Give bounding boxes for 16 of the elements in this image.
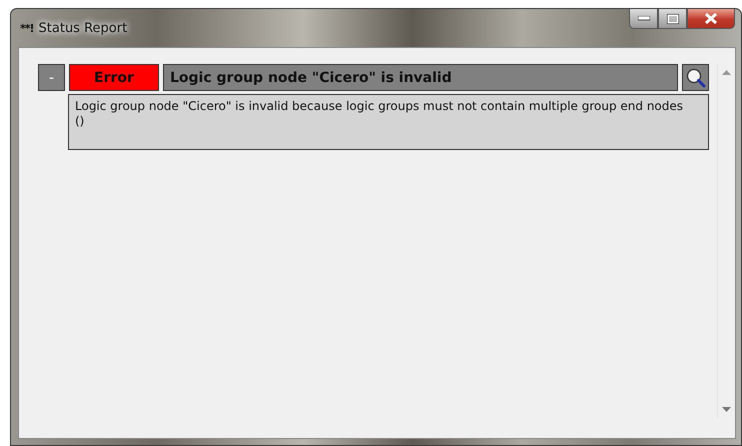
- maximize-button[interactable]: [658, 9, 687, 29]
- collapse-button[interactable]: -: [38, 64, 65, 91]
- detail-text: (): [75, 114, 86, 129]
- app-mark: **!: [20, 22, 34, 34]
- search-icon: [686, 68, 706, 88]
- window-title: Status Report: [38, 20, 128, 36]
- close-button[interactable]: [687, 9, 735, 29]
- minimize-icon: [638, 16, 650, 21]
- search-button[interactable]: [682, 64, 709, 91]
- minimize-button[interactable]: [629, 9, 658, 29]
- entry-title: Logic group node "Cicero" is invalid: [163, 64, 678, 91]
- scroll-down-icon[interactable]: [722, 407, 731, 412]
- detail-text: Logic group node "Cicero" is invalid because logic groups must not contain multiple group end nodes: [75, 99, 684, 114]
- close-icon: [704, 13, 718, 24]
- maximize-icon: [666, 14, 678, 24]
- severity-label: Error: [69, 64, 159, 91]
